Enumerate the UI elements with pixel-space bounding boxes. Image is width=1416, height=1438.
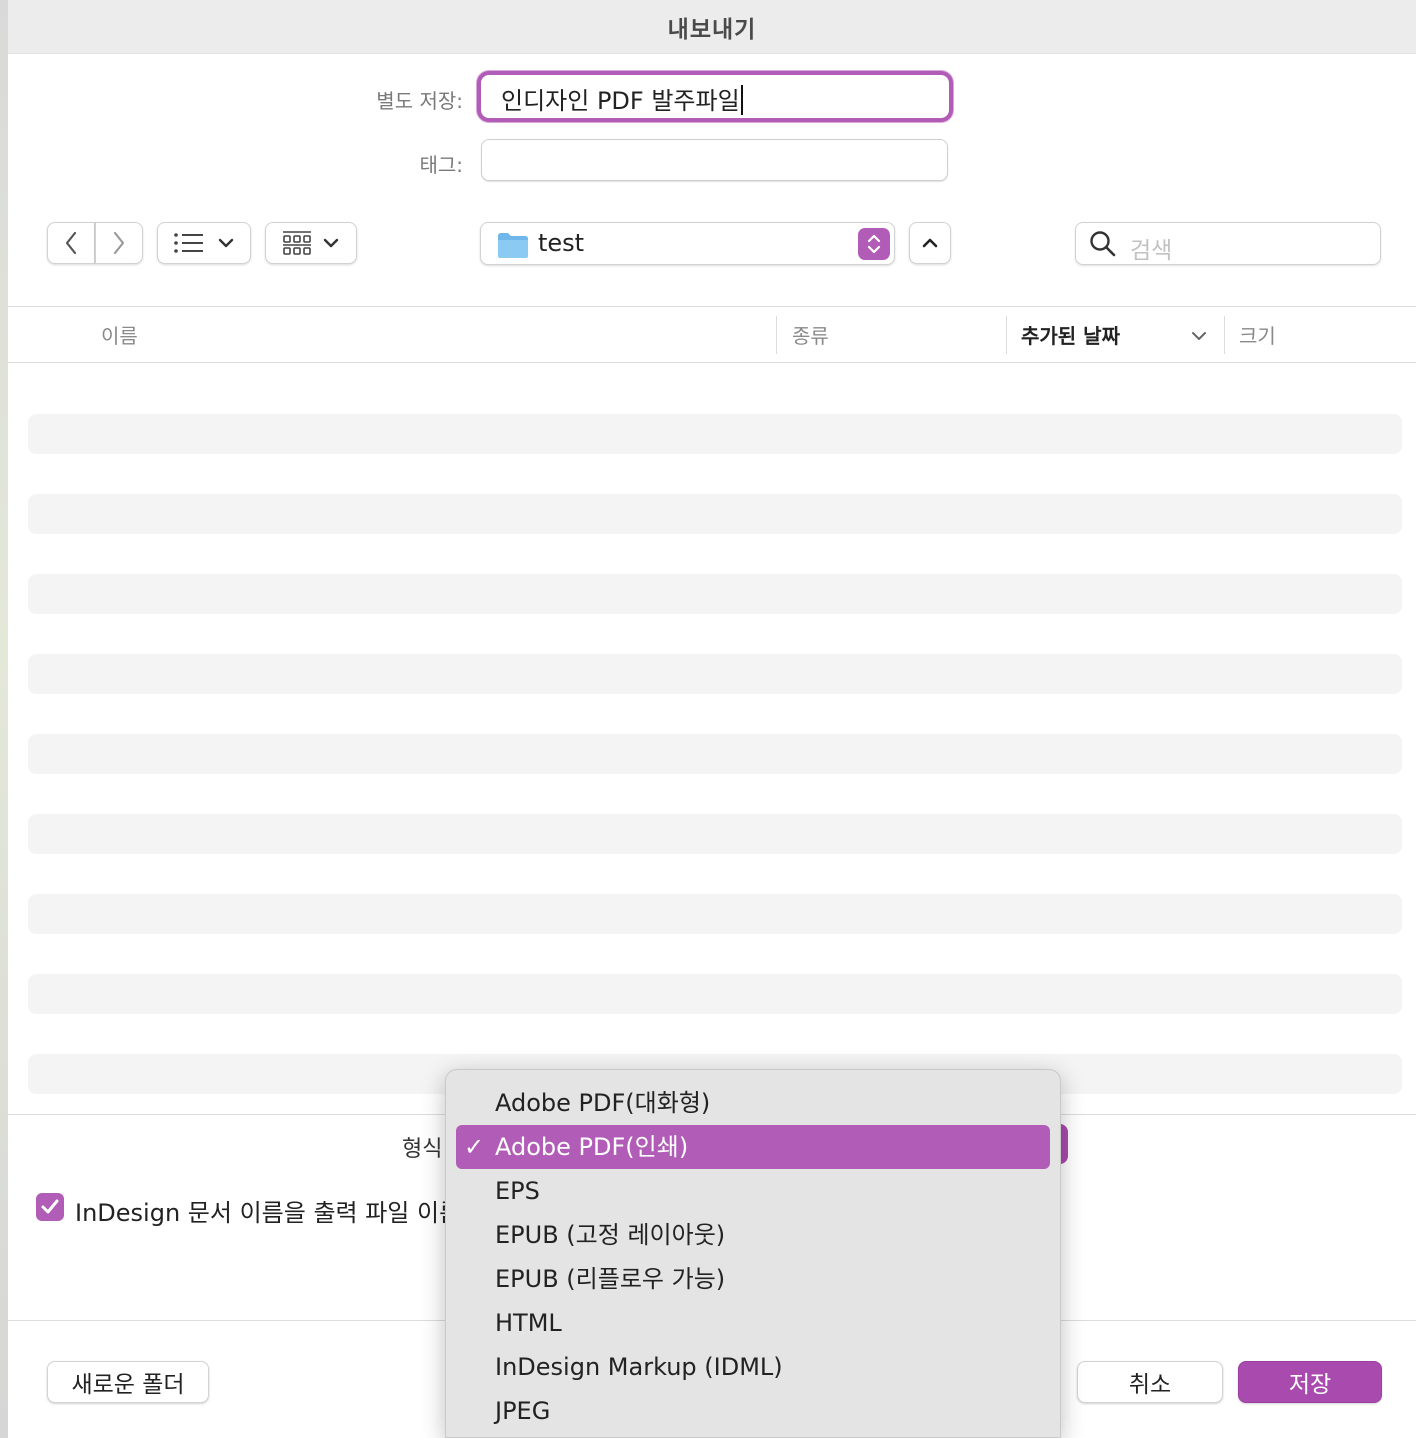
text-caret (740, 85, 743, 115)
sort-descending-icon (1192, 332, 1206, 340)
list-row (28, 974, 1402, 1014)
forward-button[interactable] (95, 222, 143, 264)
use-document-name-label: InDesign 문서 이름을 출력 파일 이름 (75, 1199, 455, 1227)
list-row (28, 654, 1402, 694)
divider (8, 362, 1416, 363)
list-row (28, 814, 1402, 854)
title-bar: 내보내기 (8, 0, 1416, 54)
search-icon (1090, 231, 1116, 257)
group-view-button[interactable] (265, 222, 357, 264)
new-folder-button[interactable]: 새로운 폴더 (47, 1361, 209, 1403)
list-view-button[interactable] (157, 222, 251, 264)
location-popup[interactable]: test (480, 222, 895, 265)
column-separator (776, 316, 777, 354)
export-dialog: 내보내기 별도 저장: 인디자인 PDF 발주파일 태그: test 검색 이름… (8, 0, 1416, 1438)
column-separator (1224, 316, 1225, 354)
save-as-value: 인디자인 PDF 발주파일 (501, 81, 743, 116)
checkmark-icon (41, 1199, 59, 1214)
chevron-right-icon (113, 231, 125, 255)
divider (8, 306, 1416, 307)
search-field[interactable]: 검색 (1075, 222, 1381, 265)
column-header-name[interactable]: 이름 (101, 320, 138, 349)
chevron-down-icon (323, 238, 339, 248)
list-row (28, 574, 1402, 614)
use-document-name-checkbox[interactable] (36, 1193, 64, 1221)
location-stepper-icon (858, 228, 890, 260)
chevron-up-icon (922, 238, 938, 248)
list-row (28, 414, 1402, 454)
menu-item-eps[interactable]: EPS (456, 1169, 1050, 1213)
list-view-icon (174, 233, 203, 253)
parent-folder-button[interactable] (909, 222, 951, 264)
menu-item-idml[interactable]: InDesign Markup (IDML) (456, 1345, 1050, 1389)
format-menu[interactable]: Adobe PDF(대화형) ✓ Adobe PDF(인쇄) EPS EPUB (… (445, 1069, 1061, 1438)
menu-item-adobe-pdf-print[interactable]: ✓ Adobe PDF(인쇄) (456, 1125, 1050, 1169)
menu-item-html[interactable]: HTML (456, 1301, 1050, 1345)
background-window-strip (0, 0, 8, 1438)
list-row (28, 894, 1402, 934)
menu-item-adobe-pdf-interactive[interactable]: Adobe PDF(대화형) (456, 1081, 1050, 1125)
column-header-date-added[interactable]: 추가된 날짜 (1021, 320, 1120, 349)
column-header-size[interactable]: 크기 (1239, 320, 1276, 349)
column-header-kind[interactable]: 종류 (792, 320, 829, 349)
tags-field[interactable] (481, 139, 948, 181)
grid-view-icon (283, 231, 311, 255)
dialog-title: 내보내기 (667, 16, 757, 43)
column-separator (1006, 316, 1007, 354)
location-name: test (538, 229, 585, 257)
chevron-left-icon (65, 231, 77, 255)
menu-item-epub-reflowable[interactable]: EPUB (리플로우 가능) (456, 1257, 1050, 1301)
search-placeholder: 검색 (1130, 238, 1173, 264)
folder-icon (498, 233, 528, 258)
save-as-label: 별도 저장: (376, 89, 463, 113)
save-button[interactable]: 저장 (1238, 1361, 1382, 1403)
chevron-down-icon (218, 238, 234, 248)
list-row (28, 494, 1402, 534)
cancel-button[interactable]: 취소 (1077, 1361, 1223, 1403)
menu-item-epub-fixed[interactable]: EPUB (고정 레이아웃) (456, 1213, 1050, 1257)
back-button[interactable] (47, 222, 95, 264)
save-as-field[interactable]: 인디자인 PDF 발주파일 (477, 71, 953, 122)
tags-label: 태그: (419, 153, 463, 177)
format-label: 형식 (402, 1137, 443, 1162)
menu-item-jpeg[interactable]: JPEG (456, 1389, 1050, 1433)
list-row (28, 734, 1402, 774)
check-icon: ✓ (464, 1133, 485, 1161)
